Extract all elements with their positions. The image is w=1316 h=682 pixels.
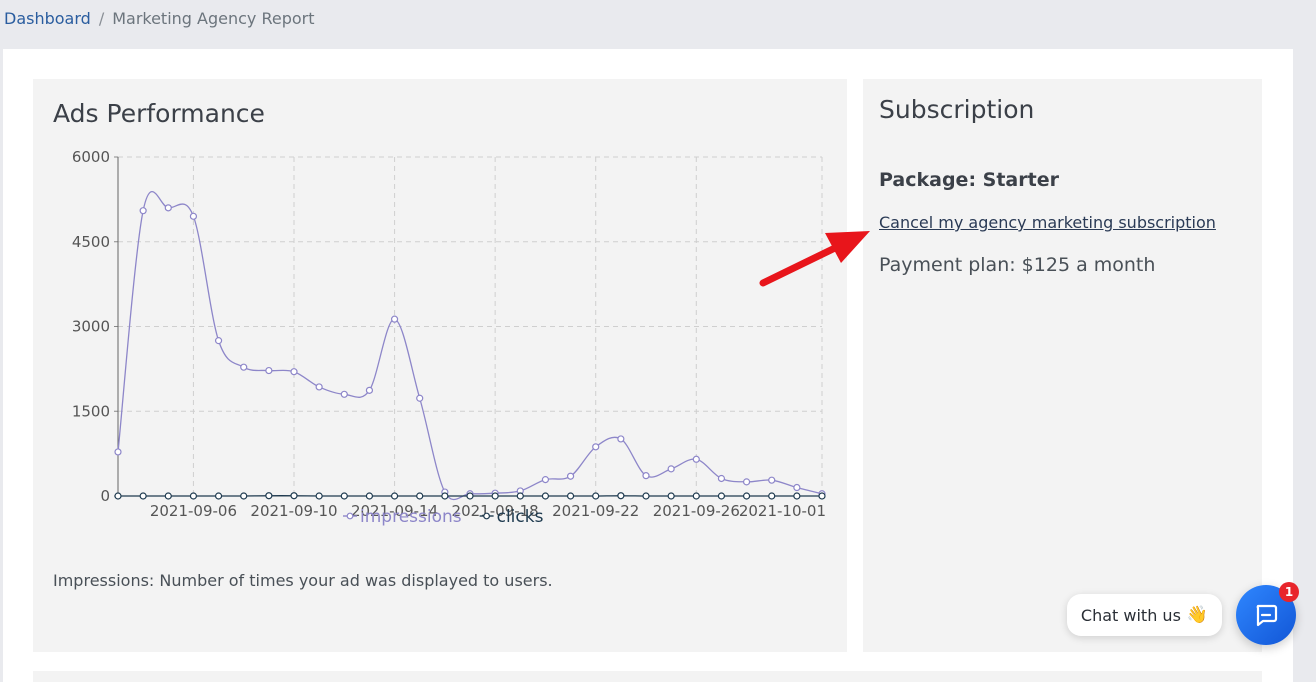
data-point-impressions (240, 363, 248, 371)
subscription-panel: Subscription Package: Starter Cancel my … (863, 79, 1262, 652)
y-tick-label: 4500 (72, 233, 110, 251)
data-point-impressions (315, 383, 323, 391)
data-point-impressions (214, 337, 223, 345)
y-tick-label: 1500 (72, 402, 110, 420)
data-point-clicks (768, 492, 776, 500)
data-point-clicks (114, 492, 122, 500)
data-point-impressions (290, 368, 298, 376)
data-point-clicks (441, 492, 449, 500)
data-point-clicks (617, 492, 625, 500)
data-point-impressions (114, 448, 122, 456)
data-point-impressions (390, 315, 399, 323)
data-point-clicks (265, 492, 273, 500)
payment-plan-text: Payment plan: $125 a month (879, 254, 1156, 276)
data-point-impressions (717, 474, 726, 483)
cancel-subscription-link[interactable]: Cancel my agency marketing subscription (879, 213, 1216, 232)
series-line-impressions (117, 191, 823, 501)
breadcrumb-dashboard-link[interactable]: Dashboard (4, 9, 91, 28)
data-point-impressions (592, 443, 600, 451)
data-point-impressions (642, 472, 650, 480)
data-point-impressions (541, 476, 550, 484)
chat-icon (1256, 604, 1278, 627)
ads-performance-title: Ads Performance (53, 99, 265, 128)
y-tick-label: 6000 (72, 148, 110, 166)
x-tick-label: 2021-10-01 (739, 502, 826, 520)
data-point-impressions (416, 394, 424, 402)
x-tick-label: 2021-09-26 (653, 502, 740, 520)
legend-marker-clicks (483, 512, 491, 520)
data-point-clicks (491, 492, 499, 500)
data-point-clicks (642, 492, 650, 500)
ads-performance-panel: Ads Performance 0 1500 3000 4500 6000 2021-09… (33, 79, 847, 652)
data-point-clicks (340, 492, 348, 500)
data-point-clicks (717, 492, 726, 500)
breadcrumb: Dashboard / Marketing Agency Report (4, 9, 315, 28)
x-tick-label: 2021-09-06 (150, 502, 237, 520)
data-point-clicks (566, 492, 575, 500)
data-point-impressions (617, 435, 625, 443)
impressions-footnote: Impressions: Number of times your ad was… (53, 571, 553, 590)
data-point-clicks (742, 492, 751, 500)
legend-marker-impressions (346, 512, 354, 520)
data-point-clicks (390, 492, 399, 500)
data-point-impressions (667, 465, 675, 473)
data-point-clicks (240, 492, 248, 500)
data-point-clicks (290, 492, 298, 500)
y-tick-label: 3000 (72, 318, 110, 336)
data-point-clicks (793, 492, 801, 500)
data-point-impressions (793, 483, 801, 492)
legend-label-clicks: clicks (497, 507, 544, 527)
data-point-impressions (340, 390, 348, 398)
data-point-impressions (139, 207, 147, 215)
data-point-clicks (592, 492, 600, 500)
y-tick-label: 0 (100, 487, 110, 505)
data-point-impressions (365, 386, 374, 394)
breadcrumb-current: Marketing Agency Report (112, 9, 315, 28)
chat-label: Chat with us (1080, 605, 1181, 625)
data-point-clicks (692, 492, 700, 500)
data-point-clicks (189, 492, 198, 500)
data-point-clicks (466, 492, 474, 500)
data-point-clicks (365, 492, 374, 500)
x-tick-label: 2021-09-10 (250, 502, 337, 520)
data-point-clicks (516, 492, 524, 500)
data-point-clicks (416, 492, 424, 500)
breadcrumb-separator: / (98, 9, 105, 28)
data-point-impressions (265, 366, 273, 375)
data-point-impressions (692, 455, 700, 463)
bottom-panel (33, 671, 1262, 682)
x-tick-label: 2021-09-22 (552, 502, 639, 520)
subscription-title: Subscription (879, 95, 1035, 124)
chat-unread-badge: 1 (1279, 582, 1299, 602)
chat-with-us-bubble[interactable]: Chat with us 👋 (1067, 594, 1222, 636)
data-point-clicks (315, 492, 323, 500)
data-point-clicks (139, 492, 147, 500)
data-point-clicks (164, 492, 172, 500)
report-card: Ads Performance 0 1500 3000 4500 6000 2021-09… (3, 49, 1293, 682)
data-point-impressions (189, 212, 198, 220)
data-point-impressions (164, 204, 172, 212)
data-point-clicks (667, 492, 675, 500)
red-arrow-annotation-icon (759, 231, 870, 287)
data-point-impressions (742, 478, 751, 486)
package-label: Package: Starter (879, 169, 1059, 191)
data-point-clicks (818, 492, 826, 500)
data-point-clicks (541, 492, 550, 500)
data-point-impressions (768, 476, 776, 484)
waving-hand-icon: 👋 (1186, 605, 1209, 625)
data-point-impressions (566, 472, 575, 480)
ads-performance-chart: 0 1500 3000 4500 6000 2021-09-06 2021-09-10 202… (72, 148, 826, 527)
legend-label-impressions: impressions (360, 507, 462, 527)
data-point-clicks (214, 492, 223, 500)
